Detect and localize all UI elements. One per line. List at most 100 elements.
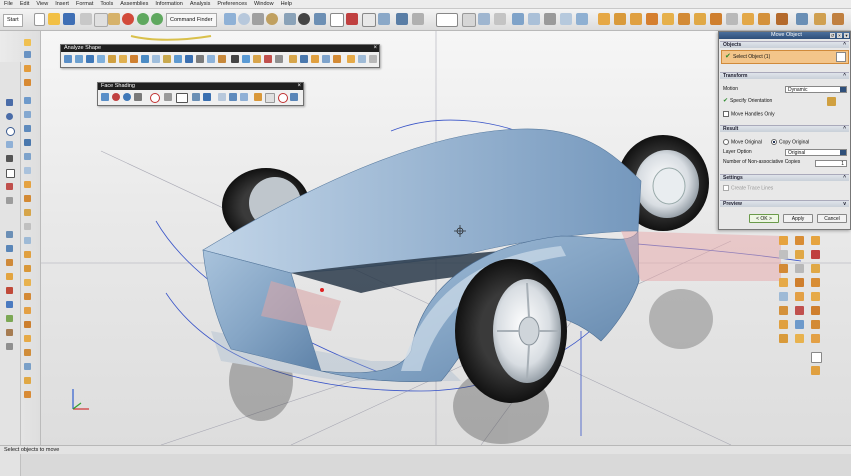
command-finder[interactable]: Command Finder — [166, 13, 217, 27]
blend-icon[interactable] — [646, 13, 658, 25]
redo-icon[interactable] — [151, 13, 163, 25]
motion-select[interactable]: Dynamic — [785, 86, 847, 93]
reflection-mode-icon[interactable] — [240, 93, 248, 101]
analyze-shape-title[interactable]: Analyze Shape × — [61, 45, 379, 52]
isoline-icon[interactable] — [253, 55, 261, 63]
wave-link-icon[interactable] — [24, 363, 31, 370]
face-icon[interactable] — [560, 13, 572, 25]
edge-icon[interactable] — [544, 13, 556, 25]
point-analysis-icon[interactable] — [231, 55, 239, 63]
web-browser-icon[interactable] — [6, 301, 13, 308]
edge-analysis-icon[interactable] — [242, 55, 250, 63]
layer-icon[interactable] — [412, 13, 424, 25]
dialog-menu-icon[interactable]: ▾ — [844, 33, 849, 38]
trim-body-icon[interactable] — [24, 195, 31, 202]
slope-icon[interactable] — [108, 55, 116, 63]
shaded-face-icon[interactable] — [101, 93, 109, 101]
layer-select[interactable] — [436, 13, 458, 27]
inflection-icon[interactable] — [196, 55, 204, 63]
arc-icon[interactable] — [6, 113, 13, 120]
orientation-icon[interactable] — [827, 97, 836, 106]
analysis-display-icon[interactable] — [300, 55, 308, 63]
copies-field[interactable]: 1 — [815, 160, 847, 167]
draft-analysis-icon[interactable] — [141, 55, 149, 63]
menu-preferences[interactable]: Preferences — [217, 1, 247, 7]
analysis-tool-e-icon[interactable] — [369, 55, 377, 63]
save-icon[interactable] — [63, 13, 75, 25]
feature-icon[interactable] — [598, 13, 610, 25]
menu-view[interactable]: View — [36, 1, 48, 7]
sew-tool-icon[interactable] — [24, 279, 31, 286]
shading-settings-icon[interactable] — [290, 93, 298, 101]
apply-button[interactable]: Apply — [783, 214, 813, 223]
chamfer-icon[interactable] — [662, 13, 674, 25]
menu-file[interactable]: File — [4, 1, 13, 7]
assembly-navigator-icon[interactable] — [6, 259, 13, 266]
trim-icon[interactable] — [726, 13, 738, 25]
menu-help[interactable]: Help — [281, 1, 292, 7]
trim-curve-icon[interactable] — [6, 183, 13, 190]
right-tool-20-icon[interactable] — [811, 278, 820, 287]
analysis-tool-a-icon[interactable] — [322, 55, 330, 63]
shaded-icon[interactable] — [314, 13, 326, 25]
dialog-close-icon[interactable]: × — [837, 33, 842, 38]
menu-analysis[interactable]: Analysis — [190, 1, 210, 7]
right-tool-7-icon[interactable] — [779, 278, 788, 287]
through-curves-icon[interactable] — [24, 111, 31, 118]
shadow-icon[interactable] — [229, 93, 237, 101]
radius-icon[interactable] — [130, 55, 138, 63]
right-tool-23-icon[interactable] — [811, 320, 820, 329]
no-shading-icon[interactable] — [150, 93, 160, 103]
rotate-icon[interactable] — [266, 13, 278, 25]
material-icon[interactable] — [123, 93, 131, 101]
right-tool-15-icon[interactable] — [779, 334, 788, 343]
face-edges-icon[interactable] — [134, 93, 142, 101]
right-tool-21-icon[interactable] — [811, 292, 820, 301]
selection-icon[interactable] — [494, 13, 506, 25]
menu-assemblies[interactable]: Assemblies — [120, 1, 148, 7]
draft-icon[interactable] — [24, 349, 31, 356]
pattern-tool-icon[interactable] — [24, 265, 31, 272]
sew-icon[interactable] — [742, 13, 754, 25]
right-tool-1-icon[interactable] — [779, 236, 788, 245]
pan-icon[interactable] — [252, 13, 264, 25]
right-tool-16-icon[interactable] — [795, 334, 804, 343]
open-folder-icon[interactable] — [48, 13, 60, 25]
move-icon[interactable] — [24, 223, 31, 230]
cut-icon[interactable] — [80, 13, 92, 25]
comb-settings-icon[interactable] — [218, 55, 226, 63]
shell-tool-icon[interactable] — [24, 307, 31, 314]
right-tool-12-icon[interactable] — [795, 306, 804, 315]
new-file-icon[interactable] — [34, 13, 45, 26]
part-navigator-icon[interactable] — [6, 245, 13, 252]
expression-icon[interactable] — [796, 13, 808, 25]
environment-icon[interactable] — [203, 93, 211, 101]
circle-icon[interactable] — [6, 127, 15, 136]
reuse-library-icon[interactable] — [6, 315, 13, 322]
layer-option-select[interactable]: Original — [785, 149, 847, 156]
section-icon[interactable] — [396, 13, 408, 25]
start-button[interactable]: Start — [3, 14, 23, 27]
point-icon[interactable] — [512, 13, 524, 25]
paste-icon[interactable] — [108, 13, 120, 25]
datum-plane-icon[interactable] — [24, 51, 31, 58]
measure-tool-icon[interactable] — [24, 377, 31, 384]
menu-format[interactable]: Format — [76, 1, 93, 7]
mirror-icon[interactable] — [710, 13, 722, 25]
background-mode-icon[interactable] — [265, 93, 275, 103]
transform-icon[interactable] — [24, 237, 31, 244]
wireframe-icon[interactable] — [330, 13, 344, 27]
surface-icon[interactable] — [24, 97, 31, 104]
perspective-icon[interactable] — [284, 13, 296, 25]
result-section-header[interactable]: Result ^ — [720, 125, 849, 132]
right-tool-14-icon[interactable] — [795, 320, 804, 329]
filter-icon[interactable] — [478, 13, 490, 25]
right-tool-6-icon[interactable] — [795, 264, 804, 273]
right-tool-3-icon[interactable] — [779, 250, 788, 259]
palette-icon[interactable] — [6, 287, 13, 294]
menu-insert[interactable]: Insert — [55, 1, 69, 7]
peak-icon[interactable] — [207, 55, 215, 63]
curve-analysis-icon[interactable] — [163, 55, 171, 63]
history-icon[interactable] — [6, 231, 13, 238]
line-icon[interactable] — [6, 99, 13, 106]
